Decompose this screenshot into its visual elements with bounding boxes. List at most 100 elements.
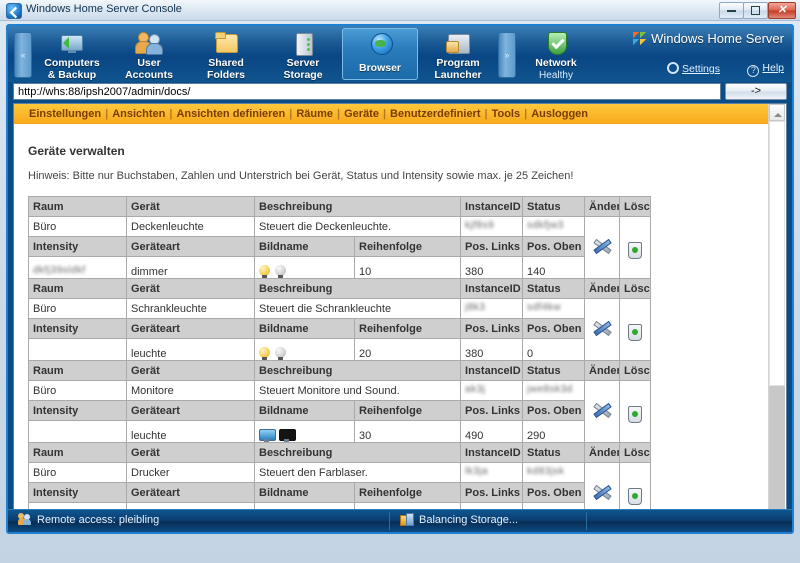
cell-instanceid[interactable]: ak3j [461,381,523,401]
col-reihenfolge: Reihenfolge [355,483,461,503]
table-row: Raum Gerät Beschreibung InstanceID Statu… [29,279,651,299]
table-row: Intensity Geräteart Bildname Reihenfolge… [29,237,651,257]
table-row: Raum Gerät Beschreibung InstanceID Statu… [29,197,651,217]
col-bildname: Bildname [255,319,355,339]
menu-separator: | [165,108,176,120]
col-intensity: Intensity [29,319,127,339]
tools-edit-icon [592,406,612,424]
device-block: Raum Gerät Beschreibung InstanceID Statu… [28,278,651,370]
tools-edit-icon [592,242,612,260]
table-row: Raum Gerät Beschreibung InstanceID Statu… [29,361,651,381]
close-icon: ✕ [769,3,795,18]
vertical-scroll-thumb[interactable] [769,121,785,386]
console-frame: « Computers & Backup User Accounts Share… [6,24,794,534]
cell-raum[interactable]: Büro [29,217,127,237]
menu-item-ansichten[interactable]: Ansichten [112,108,165,120]
cell-beschreibung[interactable]: Steuert Monitore und Sound. [255,381,461,401]
tab-shared-folders[interactable]: Shared Folders [188,28,264,80]
cell-status[interactable]: kd83jsk [523,463,585,483]
recycle-bin-delete-icon [628,324,642,341]
redacted-value: kd83jsk [527,466,580,477]
edit-button[interactable] [585,381,620,452]
col-loeschen: Löschen [620,279,651,299]
computer-backup-icon [57,31,87,57]
col-geraet: Gerät [127,197,255,217]
scroll-up-button[interactable] [769,104,785,121]
title-bar: Windows Home Server Console ✕ [0,0,800,21]
users-icon [18,513,31,525]
menu-item-ausloggen[interactable]: Ausloggen [531,108,588,120]
redacted-value: sdf4kw [527,302,580,313]
cell-status[interactable]: sdf4kw [523,299,585,319]
go-button[interactable]: -> [725,83,787,100]
collapse-right-button[interactable]: » [498,32,516,78]
col-loeschen: Löschen [620,361,651,381]
menu-item-geraete[interactable]: Geräte [344,108,379,120]
col-geraeteart: Geräteart [127,319,255,339]
redacted-value: ak3j [465,384,518,395]
close-button[interactable]: ✕ [768,2,796,19]
cell-beschreibung[interactable]: Steuert den Farblaser. [255,463,461,483]
delete-button[interactable] [620,299,651,370]
menu-separator: | [520,108,531,120]
col-intensity: Intensity [29,401,127,421]
delete-button[interactable] [620,217,651,288]
cell-raum[interactable]: Büro [29,463,127,483]
device-block: Raum Gerät Beschreibung InstanceID Statu… [28,360,651,452]
col-pos-oben: Pos. Oben [523,319,585,339]
col-intensity: Intensity [29,237,127,257]
tab-label-line2: & Backup [34,70,110,82]
cell-beschreibung[interactable]: Steuert die Deckenleuchte. [255,217,461,237]
cell-geraet[interactable]: Drucker [127,463,255,483]
vertical-scroll-track[interactable] [769,386,785,521]
table-row: Büro Deckenleuchte Steuert die Deckenleu… [29,217,651,237]
settings-link[interactable]: Settings [667,62,720,75]
remote-access-text: Remote access: pleibling [37,514,159,526]
cell-status[interactable]: jwe8sk3d [523,381,585,401]
tab-user-accounts[interactable]: User Accounts [111,28,187,80]
help-link[interactable]: ?Help [747,62,784,77]
tab-program-launcher[interactable]: Program Launcher [420,28,496,80]
tab-browser[interactable]: Browser [342,28,418,80]
cell-instanceid[interactable]: kjf8s9 [461,217,523,237]
cell-raum[interactable]: Büro [29,381,127,401]
cell-beschreibung[interactable]: Steuert die Schrankleuchte [255,299,461,319]
delete-button[interactable] [620,381,651,452]
menu-item-tools[interactable]: Tools [492,108,521,120]
minimize-button[interactable] [719,2,744,19]
menu-separator: | [333,108,344,120]
maximize-button[interactable] [743,2,768,19]
collapse-left-button[interactable]: « [14,32,32,78]
page-hint: Hinweis: Bitte nur Buchstaben, Zahlen un… [28,170,573,182]
cell-geraet[interactable]: Monitore [127,381,255,401]
address-input[interactable]: http://whs:88/ipsh2007/admin/docs/ [13,83,721,100]
col-aendern: Ändern [585,279,620,299]
col-loeschen: Löschen [620,443,651,463]
vertical-scrollbar[interactable] [768,104,786,534]
menu-item-einstellungen[interactable]: Einstellungen [29,108,101,120]
cell-geraet[interactable]: Deckenleuchte [127,217,255,237]
cell-instanceid[interactable]: j8k3 [461,299,523,319]
cell-instanceid[interactable]: lk3ja [461,463,523,483]
address-bar: http://whs:88/ipsh2007/admin/docs/ -> [8,82,792,102]
menu-separator: | [481,108,492,120]
table-row: Intensity Geräteart Bildname Reihenfolge… [29,483,651,503]
menu-item-raeume[interactable]: Räume [296,108,333,120]
tab-server-storage[interactable]: Server Storage [265,28,341,80]
cell-status[interactable]: sdkfjw3 [523,217,585,237]
cell-raum[interactable]: Büro [29,299,127,319]
col-pos-links: Pos. Links [461,319,523,339]
edit-button[interactable] [585,217,620,288]
edit-button[interactable] [585,299,620,370]
console-window: Windows Home Server Console ✕ « Computer… [0,0,800,563]
col-aendern: Ändern [585,361,620,381]
menu-item-benutzerdefiniert[interactable]: Benutzerdefiniert [390,108,480,120]
storage-status-text: Balancing Storage... [419,514,518,526]
shared-folders-icon [211,31,241,57]
table-row: Büro Schrankleuchte Steuert die Schrankl… [29,299,651,319]
status-bar: Remote access: pleibling Balancing Stora… [8,509,792,532]
cell-geraet[interactable]: Schrankleuchte [127,299,255,319]
menu-item-ansichten-definieren[interactable]: Ansichten definieren [176,108,285,120]
tab-computers-backup[interactable]: Computers & Backup [34,28,110,80]
tab-network[interactable]: Network Healthy [518,28,594,80]
